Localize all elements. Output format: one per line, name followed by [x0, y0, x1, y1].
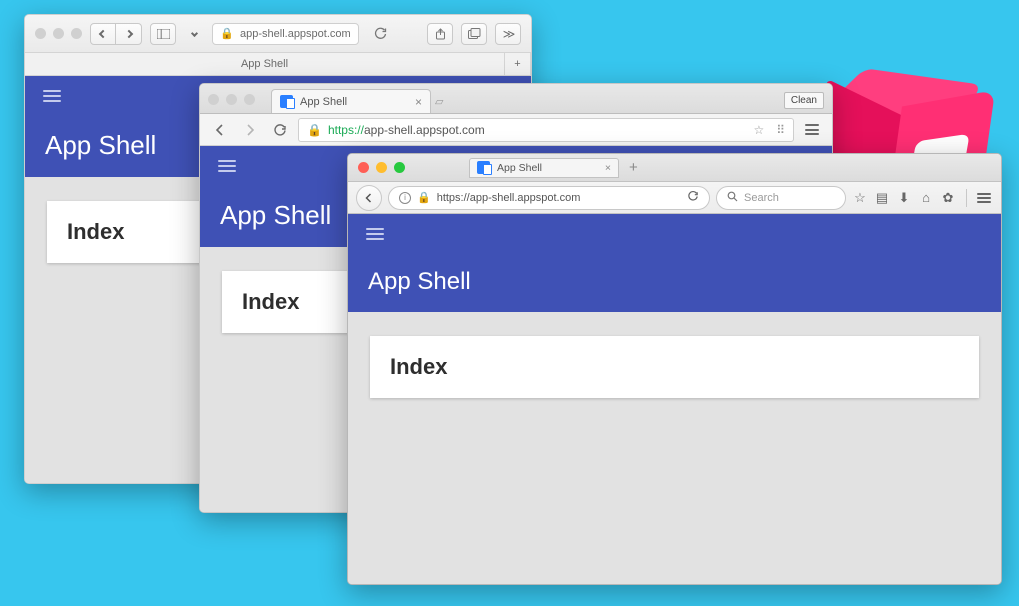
firefox-tab[interactable]: App Shell × — [469, 158, 619, 178]
close-dot-icon[interactable] — [208, 94, 219, 105]
back-button[interactable] — [208, 118, 232, 142]
close-tab-icon[interactable]: × — [415, 95, 422, 109]
zoom-dot-icon[interactable] — [394, 162, 405, 173]
close-dot-icon[interactable] — [35, 28, 46, 39]
tabs-button[interactable] — [461, 23, 487, 45]
bookmark-star-icon[interactable]: ☆ — [753, 123, 764, 137]
window-controls[interactable] — [208, 94, 255, 105]
safari-address-bar[interactable]: 🔒 app-shell.appspot.com — [212, 23, 359, 45]
tab-title: App Shell — [241, 58, 288, 70]
chrome-omnibox[interactable]: 🔒 https://app-shell.appspot.com ☆ ⠿ — [298, 118, 794, 142]
safari-tab[interactable]: App Shell — [25, 53, 505, 75]
close-tab-icon[interactable]: × — [605, 162, 611, 174]
tab-title: App Shell — [300, 96, 347, 108]
lock-icon: 🔒 — [417, 191, 431, 204]
chrome-menu-button[interactable] — [800, 118, 824, 142]
favicon-icon — [280, 95, 293, 108]
chrome-tab[interactable]: App Shell × — [271, 89, 431, 113]
toolbar-divider — [966, 189, 967, 207]
library-icon[interactable]: ▤ — [874, 190, 890, 206]
chrome-toolbar: 🔒 https://app-shell.appspot.com ☆ ⠿ — [200, 114, 832, 146]
window-controls[interactable] — [35, 28, 82, 39]
home-icon[interactable]: ⌂ — [918, 190, 934, 205]
new-tab-button[interactable]: ▱ — [435, 95, 443, 113]
search-icon — [727, 191, 738, 205]
url-text: https://app-shell.appspot.com — [437, 192, 581, 204]
back-button[interactable] — [90, 23, 116, 45]
zoom-dot-icon[interactable] — [244, 94, 255, 105]
lock-icon: 🔒 — [220, 27, 234, 40]
menu-icon[interactable] — [366, 228, 384, 240]
favicon-icon — [477, 161, 490, 174]
search-placeholder: Search — [744, 192, 779, 204]
reload-button[interactable] — [367, 23, 393, 45]
sidebar-button[interactable] — [150, 23, 176, 45]
safari-address-text: app-shell.appspot.com — [240, 28, 351, 40]
lock-icon: 🔒 — [307, 123, 322, 137]
firefox-toolbar: i 🔒 https://app-shell.appspot.com Search… — [348, 182, 1001, 214]
firefox-urlbar[interactable]: i 🔒 https://app-shell.appspot.com — [388, 186, 710, 210]
firefox-menu-button[interactable] — [977, 193, 993, 203]
firefox-searchbar[interactable]: Search — [716, 186, 846, 210]
zoom-dot-icon[interactable] — [71, 28, 82, 39]
card-heading: Index — [390, 354, 959, 380]
content-card: Index — [370, 336, 979, 398]
safari-tabstrip: App Shell + — [25, 53, 531, 76]
tab-title: App Shell — [497, 162, 542, 174]
window-controls[interactable] — [358, 162, 405, 173]
downloads-icon[interactable]: ⬇ — [896, 190, 912, 206]
app-header: App Shell — [348, 214, 1001, 312]
share-button[interactable] — [427, 23, 453, 45]
firefox-window: App Shell × + i 🔒 https://app-shell.apps… — [347, 153, 1002, 585]
clean-button[interactable]: Clean — [784, 92, 824, 109]
app-title: App Shell — [368, 268, 983, 296]
bookmark-star-icon[interactable]: ☆ — [852, 190, 868, 206]
site-info-icon[interactable]: i — [399, 192, 411, 204]
new-tab-button[interactable]: + — [629, 159, 638, 176]
minimize-dot-icon[interactable] — [376, 162, 387, 173]
back-button[interactable] — [356, 185, 382, 211]
safari-titlebar: 🔒 app-shell.appspot.com ≫ — [25, 15, 531, 53]
menu-icon[interactable] — [218, 160, 236, 172]
minimize-dot-icon[interactable] — [53, 28, 64, 39]
minimize-dot-icon[interactable] — [226, 94, 237, 105]
content-area: Index — [348, 312, 1001, 584]
forward-button[interactable] — [116, 23, 142, 45]
dropdown-icon[interactable] — [184, 23, 204, 45]
overflow-button[interactable]: ≫ — [495, 23, 521, 45]
close-dot-icon[interactable] — [358, 162, 369, 173]
omnibox-url: https://app-shell.appspot.com — [328, 123, 485, 137]
reload-button[interactable] — [268, 118, 292, 142]
safari-new-tab-button[interactable]: + — [505, 53, 531, 75]
menu-icon[interactable] — [43, 90, 61, 102]
chrome-tabstrip: App Shell × ▱ Clean — [200, 84, 832, 114]
forward-button[interactable] — [238, 118, 262, 142]
firefox-tabstrip: App Shell × + — [348, 154, 1001, 182]
reload-button[interactable] — [687, 190, 699, 205]
translate-icon[interactable]: ⠿ — [776, 123, 785, 137]
pocket-icon[interactable]: ✿ — [940, 190, 956, 206]
